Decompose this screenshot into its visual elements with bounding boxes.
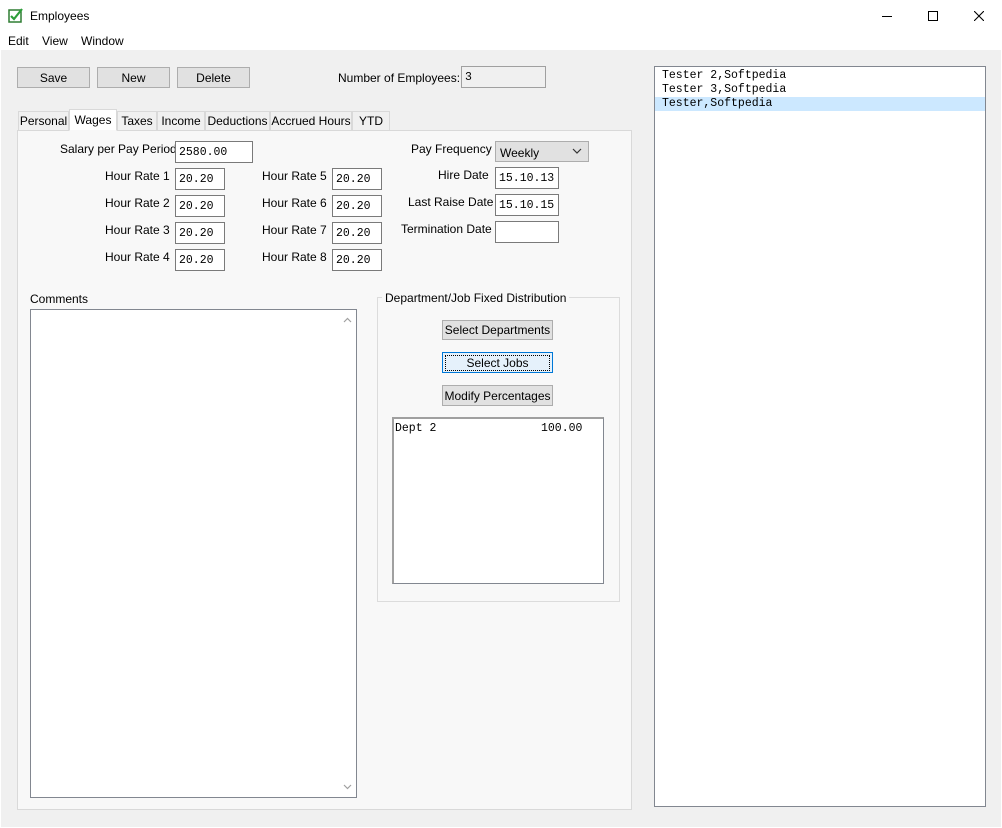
hour-rate-8-label: Hour Rate 8 bbox=[262, 250, 327, 264]
employee-list-item[interactable]: Tester 2,Softpedia bbox=[655, 69, 985, 83]
app-checklist-icon bbox=[8, 8, 23, 23]
distribution-row-name: Dept 2 bbox=[395, 422, 437, 435]
title-bar: Employees bbox=[0, 0, 1002, 31]
hour-rate-3-label: Hour Rate 3 bbox=[105, 223, 170, 237]
hour-rate-5-label: Hour Rate 5 bbox=[262, 169, 327, 183]
hour-rate-3-input[interactable]: 20.20 bbox=[175, 222, 225, 244]
employee-list[interactable]: Tester 2,Softpedia Tester 3,Softpedia Te… bbox=[654, 66, 986, 807]
employee-count-field: 3 bbox=[461, 66, 546, 88]
save-button[interactable]: Save bbox=[17, 67, 90, 88]
employee-list-item[interactable]: Tester 3,Softpedia bbox=[655, 83, 985, 97]
tab-deductions[interactable]: Deductions bbox=[205, 111, 270, 130]
scroll-down-icon[interactable] bbox=[343, 782, 352, 791]
pay-frequency-label: Pay Frequency bbox=[411, 142, 492, 156]
maximize-icon bbox=[928, 10, 938, 21]
hour-rate-6-label: Hour Rate 6 bbox=[262, 196, 327, 210]
comments-label: Comments bbox=[30, 292, 89, 306]
termination-date-label: Termination Date bbox=[401, 222, 492, 236]
hire-date-label: Hire Date bbox=[438, 168, 489, 182]
hour-rate-6-input[interactable]: 20.20 bbox=[332, 195, 382, 217]
hour-rate-5-input[interactable]: 20.20 bbox=[332, 168, 382, 190]
menu-bar: Edit View Window bbox=[0, 31, 1002, 50]
salary-label: Salary per Pay Period bbox=[60, 142, 177, 156]
employee-count-label: Number of Employees: bbox=[338, 71, 461, 85]
distribution-row-percent: 100.00 bbox=[541, 422, 583, 435]
tab-income[interactable]: Income bbox=[157, 111, 205, 130]
chevron-down-icon bbox=[572, 148, 582, 154]
minimize-button[interactable] bbox=[864, 0, 910, 31]
delete-button[interactable]: Delete bbox=[177, 67, 250, 88]
select-jobs-button[interactable]: Select Jobs bbox=[442, 352, 553, 373]
tab-wages[interactable]: Wages bbox=[69, 109, 117, 131]
hour-rate-4-input[interactable]: 20.20 bbox=[175, 249, 225, 271]
hour-rate-7-input[interactable]: 20.20 bbox=[332, 222, 382, 244]
pay-frequency-select[interactable]: Weekly bbox=[495, 141, 589, 162]
close-button[interactable] bbox=[956, 0, 1002, 31]
distribution-group-title: Department/Job Fixed Distribution bbox=[382, 291, 570, 305]
modify-percentages-button[interactable]: Modify Percentages bbox=[442, 385, 553, 406]
termination-date-input[interactable] bbox=[495, 221, 559, 243]
pay-frequency-value: Weekly bbox=[500, 146, 540, 160]
salary-input[interactable]: 2580.00 bbox=[175, 141, 253, 163]
hour-rate-7-label: Hour Rate 7 bbox=[262, 223, 327, 237]
tab-accrued-hours[interactable]: Accrued Hours bbox=[270, 111, 352, 130]
hour-rate-1-label: Hour Rate 1 bbox=[105, 169, 170, 183]
menu-edit[interactable]: Edit bbox=[8, 34, 29, 48]
new-button[interactable]: New bbox=[97, 67, 170, 88]
hour-rate-8-input[interactable]: 20.20 bbox=[332, 249, 382, 271]
hour-rate-2-label: Hour Rate 2 bbox=[105, 196, 170, 210]
tab-personal[interactable]: Personal bbox=[18, 111, 69, 130]
last-raise-date-label: Last Raise Date bbox=[408, 195, 494, 209]
tab-ytd[interactable]: YTD bbox=[352, 111, 390, 130]
hour-rate-1-input[interactable]: 20.20 bbox=[175, 168, 225, 190]
tab-taxes[interactable]: Taxes bbox=[117, 111, 157, 130]
maximize-button[interactable] bbox=[910, 0, 956, 31]
menu-window[interactable]: Window bbox=[81, 34, 124, 48]
minimize-icon bbox=[882, 15, 892, 17]
hour-rate-4-label: Hour Rate 4 bbox=[105, 250, 170, 264]
select-departments-button[interactable]: Select Departments bbox=[442, 320, 553, 340]
hour-rate-2-input[interactable]: 20.20 bbox=[175, 195, 225, 217]
close-icon bbox=[974, 10, 984, 21]
scroll-up-icon[interactable] bbox=[343, 316, 352, 325]
distribution-list[interactable]: Dept 2 100.00 bbox=[392, 417, 604, 584]
window-title: Employees bbox=[30, 9, 90, 23]
comments-textarea[interactable] bbox=[30, 309, 357, 798]
select-jobs-label: Select Jobs bbox=[445, 354, 550, 371]
menu-view[interactable]: View bbox=[42, 34, 68, 48]
last-raise-date-input[interactable]: 15.10.15 bbox=[495, 194, 559, 216]
hire-date-input[interactable]: 15.10.13 bbox=[495, 167, 559, 189]
comments-scrollbar[interactable] bbox=[339, 310, 356, 797]
employee-list-item-selected[interactable]: Tester,Softpedia bbox=[655, 97, 985, 111]
